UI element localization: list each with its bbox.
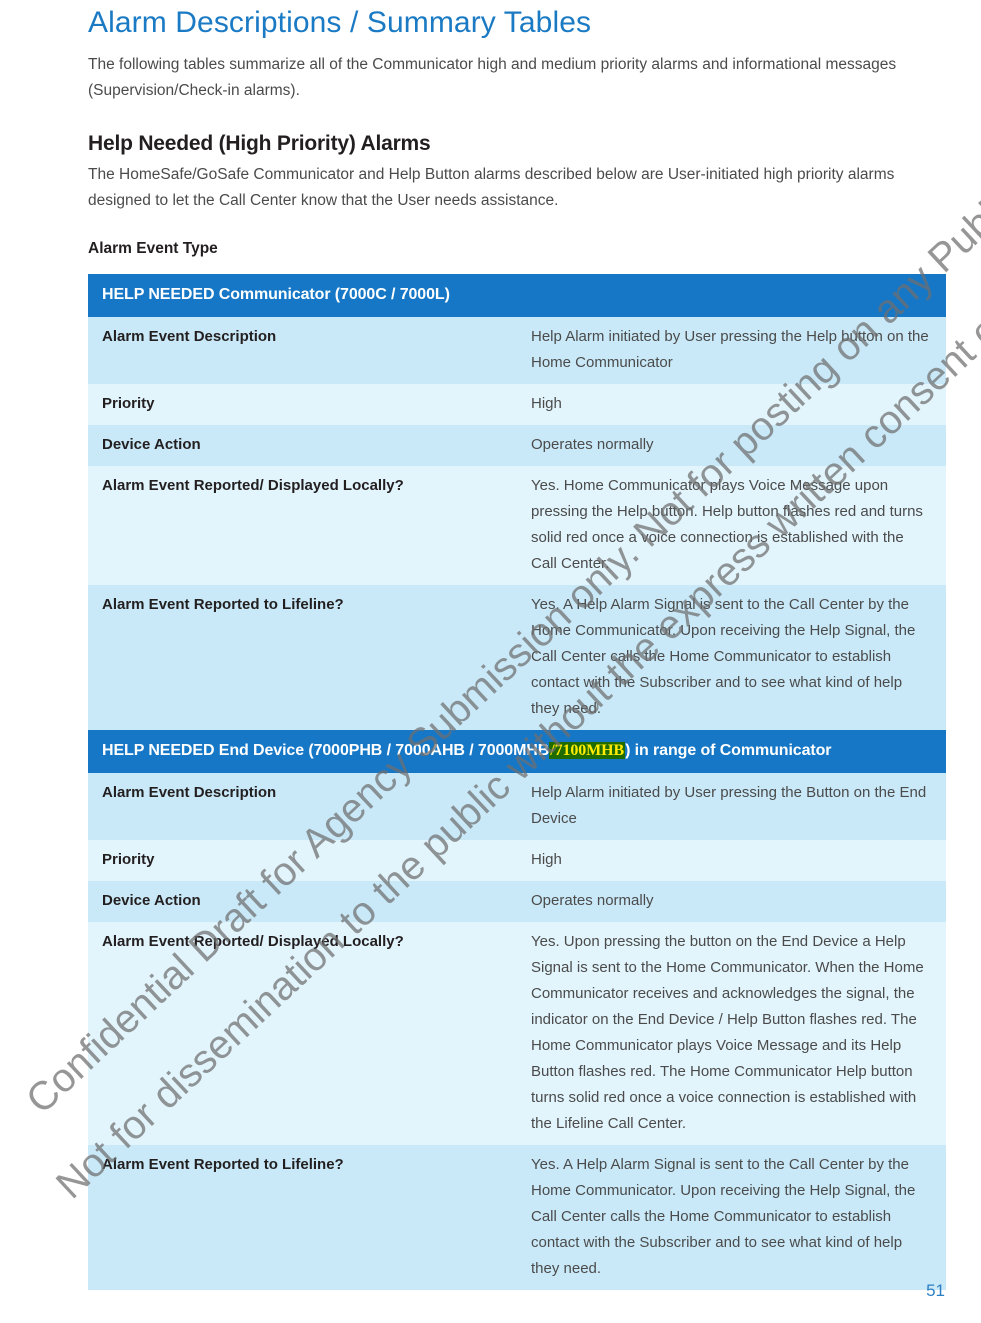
row-value: Operates normally <box>517 881 946 922</box>
row-label: Alarm Event Reported/ Displayed Locally? <box>88 466 517 585</box>
table-row: Device Action Operates normally <box>88 881 946 922</box>
row-label: Alarm Event Reported to Lifeline? <box>88 585 517 730</box>
table-header-title: HELP NEEDED Communicator (7000C / 7000L) <box>88 274 946 317</box>
page-content: Alarm Descriptions / Summary Tables The … <box>88 0 946 1290</box>
row-value: High <box>517 384 946 425</box>
row-value: Help Alarm initiated by User pressing th… <box>517 317 946 384</box>
row-label: Device Action <box>88 425 517 466</box>
page-number: 51 <box>926 1281 945 1300</box>
table-row: Alarm Event Description Help Alarm initi… <box>88 773 946 840</box>
table-row: Priority High <box>88 840 946 881</box>
row-label: Priority <box>88 384 517 425</box>
page-title: Alarm Descriptions / Summary Tables <box>88 6 592 39</box>
alarm-table-communicator: HELP NEEDED Communicator (7000C / 7000L)… <box>88 274 946 730</box>
table-header-row: HELP NEEDED Communicator (7000C / 7000L) <box>88 274 946 317</box>
row-label: Alarm Event Reported to Lifeline? <box>88 1145 517 1290</box>
row-label: Device Action <box>88 881 517 922</box>
intro-paragraph: The following tables summarize all of th… <box>88 56 897 99</box>
row-value: Help Alarm initiated by User pressing th… <box>517 773 946 840</box>
row-value: Yes. A Help Alarm Signal is sent to the … <box>517 585 946 730</box>
row-label: Alarm Event Reported/ Displayed Locally? <box>88 922 517 1145</box>
table-header-text-post: ) in range of Communicator <box>625 742 832 759</box>
table-row: Device Action Operates normally <box>88 425 946 466</box>
alarm-table-end-device: HELP NEEDED End Device (7000PHB / 7000AH… <box>88 730 946 1290</box>
document-page: Alarm Descriptions / Summary Tables The … <box>0 0 981 1323</box>
table-header-title: HELP NEEDED End Device (7000PHB / 7000AH… <box>88 730 946 773</box>
row-label: Alarm Event Description <box>88 773 517 840</box>
row-value: Yes. Upon pressing the button on the End… <box>517 922 946 1145</box>
table-header-highlight: /7100MHB <box>549 742 626 759</box>
table-row: Alarm Event Reported to Lifeline? Yes. A… <box>88 1145 946 1290</box>
table-header-row: HELP NEEDED End Device (7000PHB / 7000AH… <box>88 730 946 773</box>
section-heading: Help Needed (High Priority) Alarms <box>88 132 431 155</box>
row-value: Operates normally <box>517 425 946 466</box>
section-paragraph: The HomeSafe/GoSafe Communicator and Hel… <box>88 166 895 209</box>
row-value: Yes. Home Communicator plays Voice Messa… <box>517 466 946 585</box>
table-row: Alarm Event Reported to Lifeline? Yes. A… <box>88 585 946 730</box>
row-value: Yes. A Help Alarm Signal is sent to the … <box>517 1145 946 1290</box>
table-row: Alarm Event Reported/ Displayed Locally?… <box>88 922 946 1145</box>
table-row: Alarm Event Reported/ Displayed Locally?… <box>88 466 946 585</box>
row-value: High <box>517 840 946 881</box>
sub-heading: Alarm Event Type <box>88 240 218 257</box>
table-row: Alarm Event Description Help Alarm initi… <box>88 317 946 384</box>
row-label: Alarm Event Description <box>88 317 517 384</box>
row-label: Priority <box>88 840 517 881</box>
table-row: Priority High <box>88 384 946 425</box>
table-header-text-pre: HELP NEEDED End Device (7000PHB / 7000AH… <box>102 742 550 759</box>
